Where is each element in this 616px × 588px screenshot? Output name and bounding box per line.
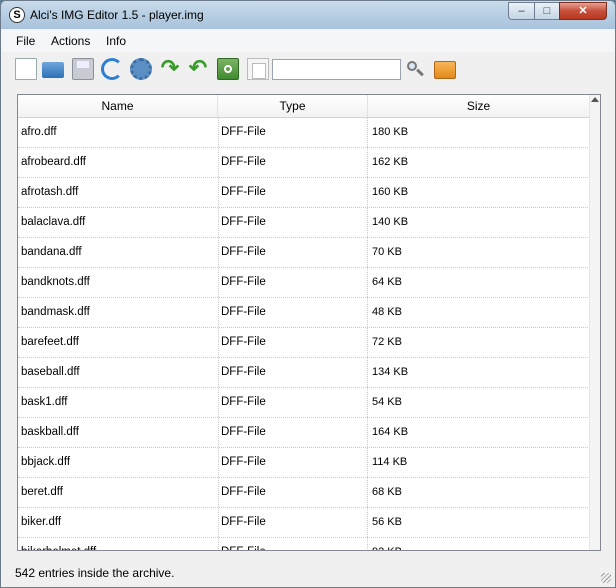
table-row[interactable]: baskball.dff DFF-File 164 KB bbox=[18, 418, 590, 448]
cell-name: bandana.dff bbox=[21, 238, 219, 267]
search-icon[interactable] bbox=[405, 59, 425, 79]
table-row[interactable]: afro.dff DFF-File 180 KB bbox=[18, 118, 590, 148]
cell-size: 64 KB bbox=[372, 276, 402, 288]
maximize-button[interactable]: □ bbox=[534, 2, 560, 20]
refresh-icon[interactable] bbox=[101, 58, 123, 80]
table-row[interactable]: balaclava.dff DFF-File 140 KB bbox=[18, 208, 590, 238]
cell-name: bask1.dff bbox=[21, 388, 219, 417]
settings-gear-icon[interactable] bbox=[130, 58, 152, 80]
cell-name: biker.dff bbox=[21, 508, 219, 537]
cell-name: bbjack.dff bbox=[21, 448, 219, 477]
table-row[interactable]: bikerhelmet.dffDFF-File92 KB bbox=[18, 538, 590, 550]
cell-type: DFF-File bbox=[218, 388, 368, 417]
title-bar[interactable]: S Alci's IMG Editor 1.5 - player.img – □… bbox=[1, 1, 615, 29]
cell-type: DFF-File bbox=[218, 448, 368, 477]
toolbar: ↷ ↶ bbox=[1, 53, 615, 87]
cell-name: beret.dff bbox=[21, 478, 219, 507]
cell-name: bandmask.dff bbox=[21, 298, 219, 327]
table-row[interactable]: beret.dff DFF-File 68 KB bbox=[18, 478, 590, 508]
cell-type: DFF-File bbox=[218, 478, 368, 507]
cell-type: DFF-File bbox=[218, 538, 368, 550]
cell-size: 72 KB bbox=[372, 336, 402, 348]
column-header-size[interactable]: Size bbox=[368, 95, 590, 117]
copy-pages-icon[interactable] bbox=[247, 58, 269, 80]
cell-name: afro.dff bbox=[21, 118, 219, 147]
delete-recycle-icon[interactable] bbox=[217, 58, 239, 80]
menu-actions[interactable]: Actions bbox=[51, 34, 90, 48]
browse-folder-icon[interactable] bbox=[434, 61, 456, 79]
cell-type: DFF-File bbox=[218, 298, 368, 327]
minimize-button[interactable]: – bbox=[508, 2, 535, 20]
cell-type: DFF-File bbox=[218, 268, 368, 297]
menu-file[interactable]: File bbox=[16, 34, 35, 48]
cell-size: 92 KB bbox=[368, 538, 588, 550]
cell-size: 164 KB bbox=[372, 426, 409, 438]
cell-size: 54 KB bbox=[372, 396, 402, 408]
vertical-scrollbar[interactable] bbox=[589, 95, 600, 550]
resize-grip-icon[interactable] bbox=[601, 573, 611, 583]
cell-name: afrobeard.dff bbox=[21, 148, 219, 177]
cell-type: DFF-File bbox=[218, 148, 368, 177]
table-row[interactable]: bandana.dff DFF-File 70 KB bbox=[18, 238, 590, 268]
cell-size: 160 KB bbox=[372, 186, 409, 198]
save-disk-icon[interactable] bbox=[72, 58, 94, 80]
export-arrow-icon[interactable]: ↷ bbox=[159, 57, 181, 80]
cell-type: DFF-File bbox=[218, 328, 368, 357]
cell-name: baseball.dff bbox=[21, 358, 219, 387]
cell-size: 48 KB bbox=[372, 306, 402, 318]
cell-size: 180 KB bbox=[372, 126, 409, 138]
table-row[interactable]: afrobeard.dff DFF-File 162 KB bbox=[18, 148, 590, 178]
file-table[interactable]: Name Type Size afro.dff DFF-File 180 KB afr… bbox=[17, 94, 601, 551]
table-body: afro.dff DFF-File 180 KB afrobeard.dff DFF-F… bbox=[18, 118, 590, 550]
cell-size: 56 KB bbox=[372, 516, 402, 528]
column-header-type[interactable]: Type bbox=[218, 95, 368, 117]
import-arrow-icon[interactable]: ↶ bbox=[187, 57, 209, 80]
cell-type: DFF-File bbox=[218, 358, 368, 387]
status-bar: 542 entries inside the archive. bbox=[1, 561, 615, 587]
column-header-name[interactable]: Name bbox=[18, 95, 218, 117]
table-row[interactable]: barefeet.dff DFF-File 72 KB bbox=[18, 328, 590, 358]
scroll-up-arrow-icon[interactable] bbox=[591, 97, 599, 102]
cell-type: DFF-File bbox=[218, 418, 368, 447]
status-text: 542 entries inside the archive. bbox=[15, 566, 175, 580]
table-row[interactable]: bandmask.dff DFF-File 48 KB bbox=[18, 298, 590, 328]
new-file-icon[interactable] bbox=[15, 58, 37, 80]
cell-size: 140 KB bbox=[372, 216, 409, 228]
cell-type: DFF-File bbox=[218, 508, 368, 537]
app-logo-icon: S bbox=[9, 7, 25, 23]
cell-size: 162 KB bbox=[372, 156, 409, 168]
cell-type: DFF-File bbox=[218, 178, 368, 207]
table-row[interactable]: biker.dff DFF-File 56 KB bbox=[18, 508, 590, 538]
search-input[interactable] bbox=[272, 59, 401, 80]
table-row[interactable]: baseball.dff DFF-File 134 KB bbox=[18, 358, 590, 388]
cell-size: 68 KB bbox=[372, 486, 402, 498]
close-button[interactable]: ✕ bbox=[559, 2, 607, 20]
table-row[interactable]: bask1.dff DFF-File 54 KB bbox=[18, 388, 590, 418]
cell-name: bandknots.dff bbox=[21, 268, 219, 297]
table-row[interactable]: bbjack.dff DFF-File 114 KB bbox=[18, 448, 590, 478]
menu-info[interactable]: Info bbox=[106, 34, 126, 48]
open-folder-icon[interactable] bbox=[42, 62, 64, 78]
cell-size: 70 KB bbox=[372, 246, 402, 258]
cell-size: 134 KB bbox=[372, 366, 409, 378]
cell-name: afrotash.dff bbox=[21, 178, 219, 207]
table-header: Name Type Size bbox=[18, 95, 590, 118]
window-title: Alci's IMG Editor 1.5 - player.img bbox=[30, 8, 204, 22]
app-window: S Alci's IMG Editor 1.5 - player.img – □… bbox=[0, 0, 616, 588]
cell-size: 114 KB bbox=[372, 456, 408, 468]
cell-name: barefeet.dff bbox=[21, 328, 219, 357]
table-row[interactable]: afrotash.dff DFF-File 160 KB bbox=[18, 178, 590, 208]
table-row[interactable]: bandknots.dff DFF-File 64 KB bbox=[18, 268, 590, 298]
cell-name: balaclava.dff bbox=[21, 208, 219, 237]
cell-type: DFF-File bbox=[218, 208, 368, 237]
cell-name: bikerhelmet.dff bbox=[21, 538, 219, 550]
cell-name: baskball.dff bbox=[21, 418, 219, 447]
cell-type: DFF-File bbox=[218, 118, 368, 147]
menu-bar: File Actions Info bbox=[1, 30, 615, 52]
cell-type: DFF-File bbox=[218, 238, 368, 267]
